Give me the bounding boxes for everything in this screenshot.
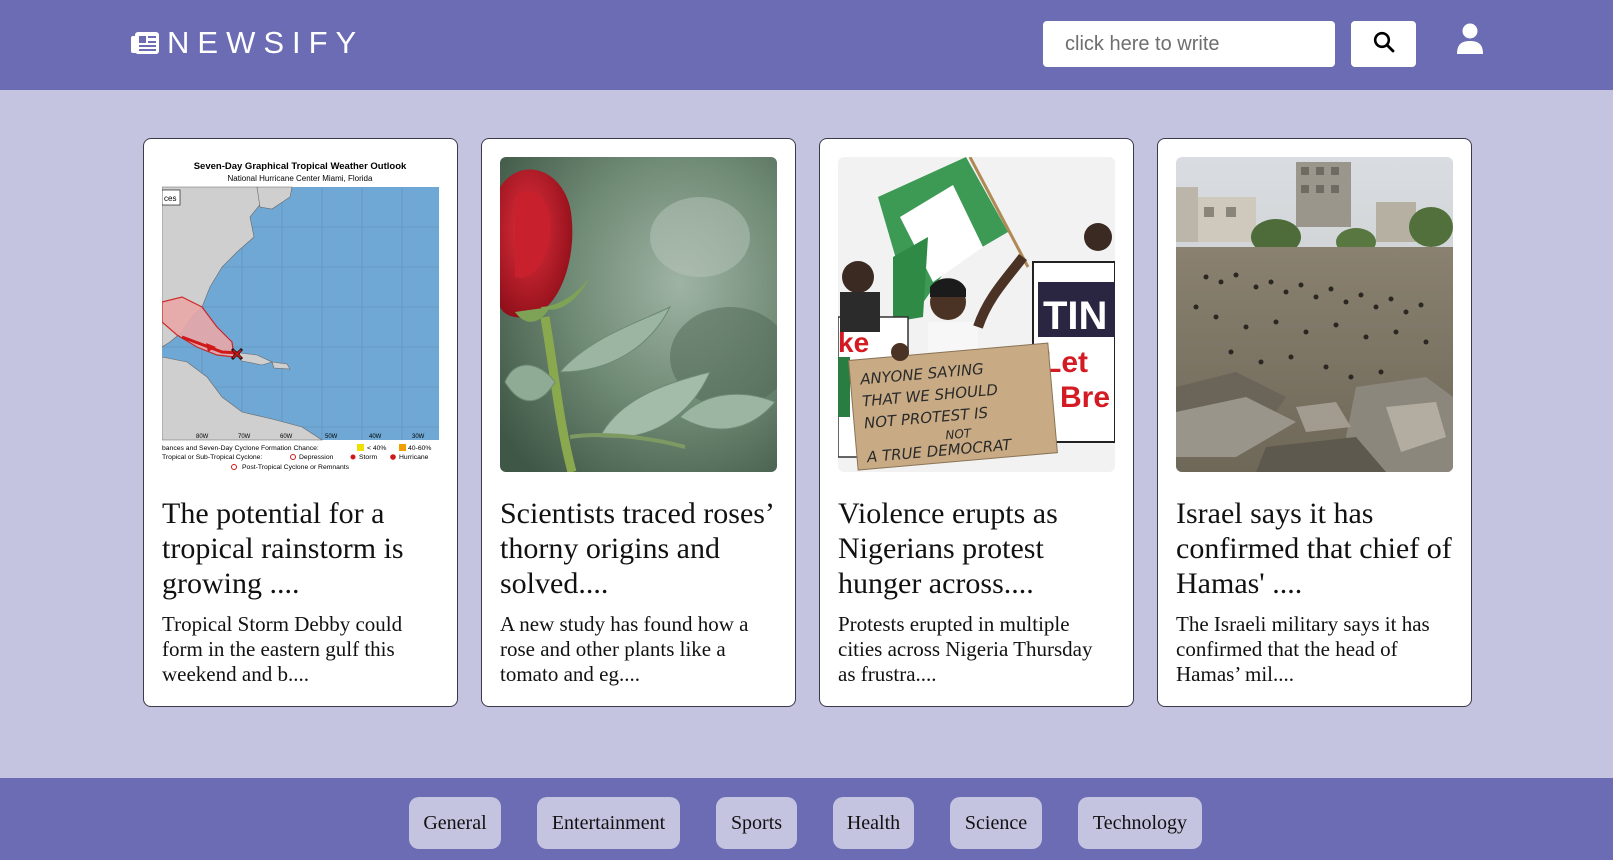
map-title: Seven-Day Graphical Tropical Weather Out…: [194, 161, 407, 172]
category-general-button[interactable]: General: [409, 797, 501, 849]
news-card[interactable]: Israel says it has confirmed that chief …: [1157, 138, 1472, 707]
lon-label: 80W: [196, 434, 209, 440]
map-corner-tag: ces: [164, 194, 176, 203]
map-legend-line3: Post-Tropical Cyclone or Remnants: [242, 464, 350, 471]
lon-label: 40W: [369, 434, 382, 440]
category-health-button[interactable]: Health: [833, 797, 914, 849]
map-legend-line2: Tropical or Sub-Tropical Cyclone:: [162, 454, 262, 461]
map-legend-high: 40-60%: [408, 445, 431, 452]
news-grid: Seven-Day Graphical Tropical Weather Out…: [143, 138, 1472, 707]
article-title[interactable]: Israel says it has confirmed that chief …: [1176, 496, 1453, 601]
newspaper-icon: [131, 31, 159, 55]
search-icon: [1373, 31, 1395, 58]
map-subtitle: National Hurricane Center Miami, Florida: [228, 174, 373, 183]
category-entertainment-button[interactable]: Entertainment: [537, 797, 680, 849]
map-legend-hurricane: Hurricane: [399, 454, 429, 461]
news-card[interactable]: Scientists traced roses’ thorny origins …: [481, 138, 796, 707]
article-description: Protests erupted in multiple cities acro…: [838, 612, 1093, 686]
news-card[interactable]: Seven-Day Graphical Tropical Weather Out…: [143, 138, 458, 707]
category-science-button[interactable]: Science: [950, 797, 1042, 849]
category-bar: General Entertainment Sports Health Scie…: [0, 778, 1613, 860]
category-nav: General Entertainment Sports Health Scie…: [409, 797, 1202, 849]
banner-text: TIN: [1043, 294, 1107, 338]
top-navbar: NEWSIFY: [0, 0, 1613, 90]
lon-label: 30W: [412, 434, 425, 440]
map-legend-low: < 40%: [367, 445, 386, 452]
map-legend-line1: bances and Seven-Day Cyclone Formation C…: [162, 445, 319, 452]
map-legend-storm: Storm: [359, 454, 377, 461]
map-legend-depression: Depression: [299, 454, 334, 461]
user-profile-button[interactable]: [1455, 23, 1485, 60]
article-image[interactable]: Seven-Day Graphical Tropical Weather Out…: [162, 157, 439, 472]
article-title[interactable]: Violence erupts as Nigerians protest hun…: [838, 496, 1115, 601]
brand-logo[interactable]: NEWSIFY: [131, 26, 364, 60]
user-icon: [1456, 23, 1484, 60]
search-button[interactable]: [1351, 21, 1416, 67]
article-description: A new study has found how a rose and oth…: [500, 612, 749, 686]
lon-label: 70W: [238, 434, 251, 440]
article-image[interactable]: [1176, 157, 1453, 472]
banner-text: Bre: [1060, 381, 1110, 414]
article-image[interactable]: [500, 157, 777, 472]
news-card[interactable]: TIN Let Bre ke ANYONE SAYING THAT WE SHO…: [819, 138, 1134, 707]
category-sports-button[interactable]: Sports: [716, 797, 797, 849]
lon-label: 50W: [325, 434, 338, 440]
article-description: The Israeli military says it has confirm…: [1176, 612, 1430, 686]
brand-name: NEWSIFY: [167, 25, 365, 60]
article-image[interactable]: TIN Let Bre ke ANYONE SAYING THAT WE SHO…: [838, 157, 1115, 472]
lon-label: 60W: [280, 434, 293, 440]
search-input[interactable]: [1043, 21, 1335, 67]
category-technology-button[interactable]: Technology: [1078, 797, 1202, 849]
article-description: Tropical Storm Debby could form in the e…: [162, 612, 403, 686]
article-title[interactable]: The potential for a tropical rainstorm i…: [162, 496, 439, 601]
article-title[interactable]: Scientists traced roses’ thorny origins …: [500, 496, 777, 601]
